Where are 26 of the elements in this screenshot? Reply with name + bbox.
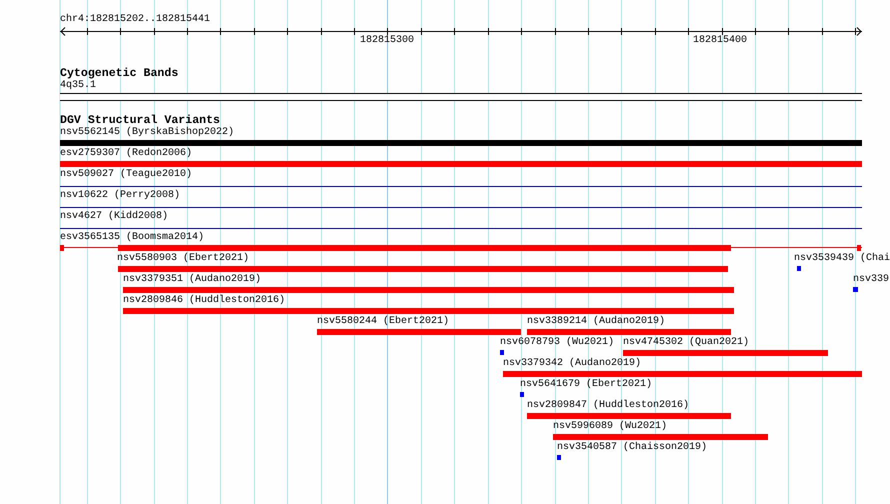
track-title: DGV Structural Variants	[60, 114, 220, 127]
feature-label: nsv509027 (Teague2010)	[60, 169, 192, 181]
feature-label: nsv5641679 (Ebert2021)	[520, 379, 652, 391]
feature-label: nsv5996089 (Wu2021)	[553, 421, 668, 433]
tick-label: 182815300	[360, 35, 414, 47]
feature-label: nsv3540587 (Chaisson2019)	[557, 442, 708, 454]
feature-label: nsv3379342 (Audano2019)	[503, 358, 642, 370]
feature-label: nsv339	[853, 274, 890, 286]
feature-label: nsv3389214 (Audano2019)	[527, 316, 666, 328]
feature-label: esv3565135 (Boomsma2014)	[60, 232, 204, 244]
feature-label: nsv2809846 (Huddleston2016)	[123, 295, 286, 307]
feature-label: nsv5562145 (ByrskaBishop2022)	[60, 127, 234, 139]
feature-label: nsv3379351 (Audano2019)	[123, 274, 262, 286]
tick-label: 182815400	[693, 35, 747, 47]
feature-label: esv2759307 (Redon2006)	[60, 148, 192, 160]
feature-label: nsv4627 (Kidd2008)	[60, 211, 168, 223]
feature-label: 4q35.1	[60, 80, 96, 92]
feature-label: nsv6078793 (Wu2021)	[500, 337, 614, 349]
feature-label: nsv2809847 (Huddleston2016)	[527, 400, 690, 412]
feature-label: nsv10622 (Perry2008)	[60, 190, 180, 202]
track-title: Cytogenetic Bands	[60, 67, 178, 80]
feature-label: nsv3539439 (Chai	[794, 253, 890, 265]
feature-label: nsv4745302 (Quan2021)	[623, 337, 750, 349]
feature-label: nsv5580244 (Ebert2021)	[317, 316, 450, 328]
feature-label: nsv5580903 (Ebert2021)	[117, 253, 250, 265]
region-label: chr4:182815202..182815441	[60, 14, 210, 26]
